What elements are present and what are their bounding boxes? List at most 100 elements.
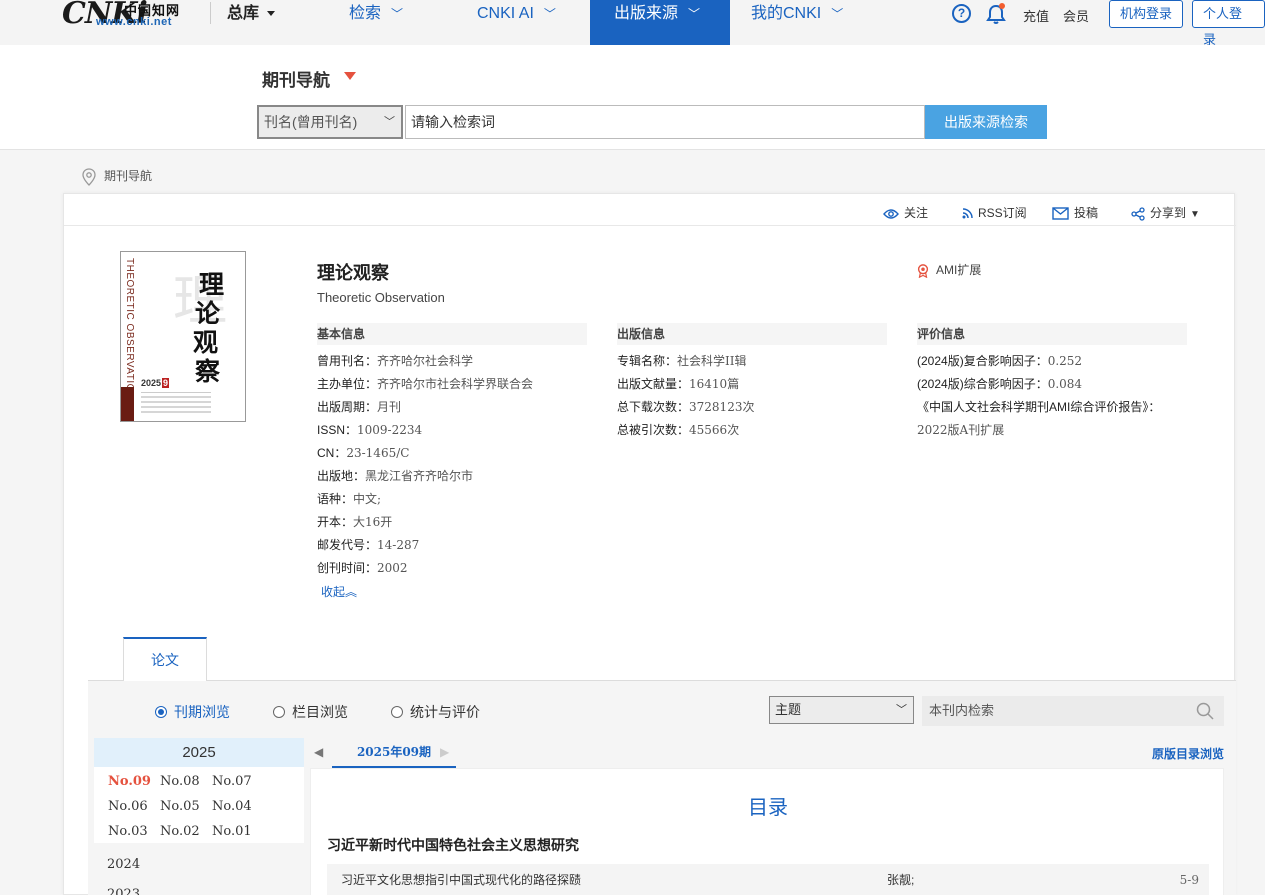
journal-inner-search-input[interactable]: 本刊内检索 bbox=[922, 696, 1224, 726]
radio-stats-evaluation[interactable]: 统计与评价 bbox=[391, 702, 480, 722]
search-input[interactable]: 请输入检索词 bbox=[405, 105, 925, 139]
top-navbar: CNKi 中国知网 www.cnki.net 总库 检索 ﹀ CNKI AI ﹀ 出… bbox=[0, 0, 1265, 47]
current-issue-tab[interactable]: 2025年09期 bbox=[332, 738, 456, 768]
recharge-link[interactable]: 充值 bbox=[1023, 6, 1049, 25]
search-area: 期刊导航 刊名(曾用刊名) ﹀ 请输入检索词 出版来源检索 bbox=[0, 45, 1265, 150]
toc-title: 目录 bbox=[748, 797, 788, 819]
logo-url: www.cnki.net bbox=[96, 16, 172, 28]
chevron-down-icon: ﹀ bbox=[391, 7, 404, 21]
issue-no02[interactable]: No.02 bbox=[160, 819, 212, 844]
year-2023[interactable]: 2023 bbox=[107, 887, 140, 895]
journal-card: 关注 RSS订阅 投稿 分享到 ▼ THEORETIC OBSERVATION 理… bbox=[63, 193, 1236, 895]
nav-zongku[interactable]: 总库 bbox=[227, 0, 276, 45]
personal-login-button[interactable]: 个人登录 bbox=[1192, 0, 1265, 47]
share-label: 分享到 bbox=[1150, 206, 1187, 220]
article-title[interactable]: 习近平文化思想指引中国式现代化的路径探赜 bbox=[341, 864, 581, 895]
article-pages: 5-9 bbox=[1179, 873, 1199, 887]
info-row: 语种：中文; bbox=[317, 492, 382, 506]
chevron-down-icon: ﹀ bbox=[543, 7, 556, 21]
radio-browse-by-issue[interactable]: 刊期浏览 bbox=[155, 702, 230, 722]
original-toc-link[interactable]: 原版目录浏览 bbox=[1152, 745, 1224, 762]
inner-search-placeholder: 本刊内检索 bbox=[929, 703, 995, 718]
rss-button[interactable]: RSS订阅 bbox=[962, 204, 1027, 222]
journal-nav-title[interactable]: 期刊导航 bbox=[262, 66, 330, 91]
caret-down-icon bbox=[267, 11, 276, 17]
submit-button[interactable]: 投稿 bbox=[1052, 204, 1098, 222]
nav-search[interactable]: 检索 ﹀ bbox=[349, 0, 403, 45]
info-row: (2024版)综合影响因子：0.084 bbox=[917, 377, 1083, 391]
radio-label: 刊期浏览 bbox=[174, 704, 230, 720]
article-author[interactable]: 张靓; bbox=[887, 864, 914, 895]
journal-cover: THEORETIC OBSERVATION 理 理 论 观 察 2025 9 bbox=[120, 251, 246, 422]
radio-icon bbox=[391, 706, 403, 718]
location-pin-icon bbox=[82, 168, 96, 186]
toc-article-row[interactable]: 习近平文化思想指引中国式现代化的路径探赜 张靓; 5-9 bbox=[327, 864, 1209, 895]
issue-no06[interactable]: No.06 bbox=[108, 794, 160, 819]
info-row: 总被引次数：45566次 bbox=[617, 423, 740, 437]
envelope-icon bbox=[1052, 207, 1069, 221]
info-row: 2022版A刊扩展 bbox=[917, 423, 1005, 437]
collapse-label: 收起 bbox=[321, 585, 346, 599]
chevron-down-icon: ﹀ bbox=[384, 116, 395, 128]
info-row: 曾用刊名：齐齐哈尔社会科学 bbox=[317, 354, 474, 368]
prev-issue-icon[interactable]: ◀ bbox=[314, 745, 323, 759]
info-row: 创刊时间：2002 bbox=[317, 561, 408, 575]
info-row: CN：23-1465/C bbox=[317, 446, 410, 460]
issue-no08[interactable]: No.08 bbox=[160, 769, 212, 794]
issue-no04[interactable]: No.04 bbox=[212, 794, 264, 819]
bell-icon[interactable] bbox=[986, 3, 1006, 25]
search-icon[interactable] bbox=[1196, 702, 1214, 720]
toc-section-heading: 习近平新时代中国特色社会主义思想研究 bbox=[327, 837, 579, 853]
nav-my-cnki[interactable]: 我的CNKI ﹀ bbox=[751, 0, 843, 45]
topic-select[interactable]: 主题 ﹀ bbox=[769, 696, 914, 724]
org-login-button[interactable]: 机构登录 bbox=[1109, 0, 1184, 28]
journal-title: 理论观察 bbox=[317, 263, 389, 284]
share-button[interactable]: 分享到 ▼ bbox=[1131, 204, 1200, 222]
collapse-link[interactable]: 收起︽ bbox=[321, 583, 357, 600]
info-row: 出版周期：月刊 bbox=[317, 400, 402, 414]
toc-panel: 目录 习近平新时代中国特色社会主义思想研究 习近平文化思想指引中国式现代化的路径… bbox=[310, 768, 1224, 895]
publication-info: 出版信息 专辑名称：社会科学II辑 出版文献量：16410篇 总下载次数：372… bbox=[617, 323, 887, 442]
next-issue-icon[interactable]: ▶ bbox=[440, 745, 449, 759]
breadcrumb: 期刊导航 bbox=[82, 167, 152, 187]
papers-panel: 刊期浏览 栏目浏览 统计与评价 主题 ﹀ 本刊内检索 2025 No.09 No.… bbox=[88, 681, 1236, 895]
tab-papers[interactable]: 论文 bbox=[123, 637, 207, 681]
nav-publication-source[interactable]: 出版来源 ﹀ bbox=[590, 0, 730, 45]
info-row: 出版文献量：16410篇 bbox=[617, 377, 740, 391]
chevron-down-icon: ﹀ bbox=[688, 7, 701, 21]
info-row: 出版地：黑龙江省齐齐哈尔市 bbox=[317, 469, 474, 483]
rss-label: RSS订阅 bbox=[978, 206, 1027, 220]
share-icon bbox=[1131, 207, 1145, 221]
info-row: ISSN：1009-2234 bbox=[317, 423, 423, 437]
search-field-select-value: 刊名(曾用刊名) bbox=[264, 114, 358, 130]
info-row: 开本：大16开 bbox=[317, 515, 393, 529]
evaluation-info: 评价信息 (2024版)复合影响因子：0.252 (2024版)综合影响因子：0… bbox=[917, 323, 1187, 442]
caret-down-icon: ▼ bbox=[1190, 209, 1200, 220]
issue-no07[interactable]: No.07 bbox=[212, 769, 264, 794]
breadcrumb-item[interactable]: 期刊导航 bbox=[104, 169, 152, 183]
rss-icon bbox=[962, 208, 973, 219]
cover-english-title: THEORETIC OBSERVATION bbox=[124, 258, 135, 400]
nav-cnki-ai-label: CNKI AI bbox=[477, 5, 534, 22]
follow-label: 关注 bbox=[904, 206, 929, 220]
issue-grid: No.09 No.08 No.07 No.06 No.05 No.04 No.03 No.… bbox=[94, 767, 304, 844]
radio-browse-by-column[interactable]: 栏目浏览 bbox=[273, 702, 348, 722]
member-link[interactable]: 会员 bbox=[1063, 6, 1089, 25]
issue-no05[interactable]: No.05 bbox=[160, 794, 212, 819]
issue-no01[interactable]: No.01 bbox=[212, 819, 264, 844]
nav-cnki-ai[interactable]: CNKI AI ﹀ bbox=[477, 0, 556, 45]
cnki-logo[interactable]: CNKi 中国知网 www.cnki.net bbox=[62, 0, 192, 31]
journal-english-title: Theoretic Observation bbox=[317, 290, 445, 305]
search-field-select[interactable]: 刊名(曾用刊名) ﹀ bbox=[257, 105, 403, 139]
help-icon[interactable]: ? bbox=[952, 4, 971, 23]
chevron-down-icon: ﹀ bbox=[896, 704, 907, 716]
triangle-down-icon[interactable] bbox=[344, 72, 356, 80]
follow-button[interactable]: 关注 bbox=[883, 204, 928, 222]
issue-no03[interactable]: No.03 bbox=[108, 819, 160, 844]
topic-select-value: 主题 bbox=[775, 702, 802, 717]
search-button[interactable]: 出版来源检索 bbox=[925, 105, 1047, 139]
year-2024[interactable]: 2024 bbox=[107, 857, 140, 872]
issue-bar: ◀ 2025年09期 ▶ 原版目录浏览 bbox=[310, 738, 1224, 768]
issue-no09[interactable]: No.09 bbox=[108, 769, 160, 794]
year-2025[interactable]: 2025 bbox=[94, 738, 304, 767]
